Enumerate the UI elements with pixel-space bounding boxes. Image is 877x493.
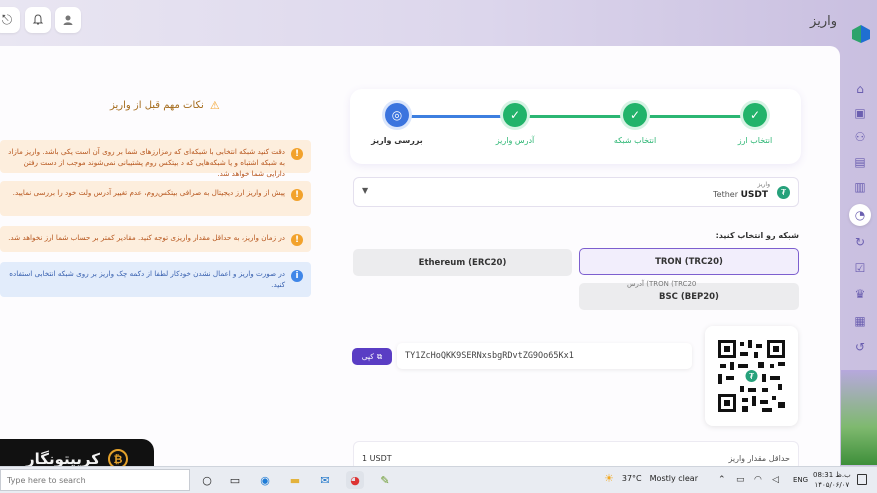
markets-icon[interactable]: ▥ — [849, 176, 871, 198]
copy-icon: ⧉ — [376, 351, 383, 361]
warning-icon: ⚠ — [209, 99, 220, 112]
chrome-icon[interactable]: ◕ — [346, 471, 364, 489]
step-label: انتخاب شبکه — [613, 136, 657, 145]
language-indicator[interactable]: ENG — [793, 476, 808, 484]
weather-text: Mostly clear — [649, 474, 698, 483]
minimum-value: 1 USDT — [362, 454, 392, 463]
chevron-down-icon: ▼ — [362, 186, 369, 195]
deposit-stepper: ✓ انتخاب ارز ✓ انتخاب شبکه ✓ آدرس واریز … — [350, 89, 801, 164]
qr-code-card: ₮ — [705, 326, 798, 426]
alert-icon: ! — [291, 148, 303, 160]
step-check-icon: ✓ — [503, 103, 527, 127]
note-item: ! پیش از واریز ارز دیجیتال به صرافی بیتک… — [0, 181, 311, 216]
notes-title-text: نکات مهم قبل از واریز — [110, 100, 204, 111]
logout-icon[interactable]: ⎋ — [0, 7, 20, 33]
withdraw-icon[interactable]: ↻ — [849, 231, 871, 253]
sidebar: ⌂ ▣ ⚇ ▤ ▥ ◔ ↻ ☑ ♛ ▦ ↺ — [841, 74, 877, 364]
currency-code: USDT — [740, 190, 768, 200]
qr-code-icon: ₮ — [718, 340, 785, 412]
edge-browser-icon[interactable]: ◉ — [256, 471, 274, 489]
search-icon[interactable]: ○ — [198, 471, 216, 489]
step-check-icon: ✓ — [743, 103, 767, 127]
page-title: واریز — [810, 14, 837, 29]
step-label: آدرس واریز — [495, 136, 535, 145]
copy-button[interactable]: کپی ⧉ — [352, 348, 392, 365]
notes-title: نکات مهم قبل از واریز ⚠ — [110, 99, 220, 112]
address-caption: آدرس (TRON (TRC20 — [627, 280, 697, 288]
user-icon[interactable] — [55, 7, 81, 33]
trade-icon[interactable]: ▣ — [849, 102, 871, 124]
sun-icon: ☀ — [604, 472, 614, 485]
wallet-icon[interactable]: ▤ — [849, 151, 871, 173]
file-explorer-icon[interactable]: ▬ — [286, 471, 304, 489]
note-item: i در صورت واریز و اعمال نشدن خودکار لطفا… — [0, 262, 311, 297]
orders-icon[interactable]: ☑ — [849, 257, 871, 279]
deposit-address-field[interactable]: TY1ZcHoQKK9SERNxsbgRDvtZG9Oo65Kx1 — [397, 343, 692, 369]
taskbar-search-input[interactable]: Type here to search — [0, 469, 190, 491]
crown-icon[interactable]: ♛ — [849, 283, 871, 305]
network-option-tron[interactable]: TRON (TRC20) — [579, 248, 799, 275]
top-bar: ⎋ واریز — [0, 0, 877, 46]
note-text: در زمان واریز، به حداقل مقدار واریزی توج… — [8, 233, 285, 242]
note-text: در صورت واریز و اعمال نشدن خودکار لطفا ا… — [9, 269, 285, 289]
report-icon[interactable]: ▦ — [849, 310, 871, 332]
app-logo-icon — [851, 24, 871, 44]
currency-name: Tether — [713, 190, 738, 199]
mail-icon[interactable]: ✉ — [316, 471, 334, 489]
network-option-ethereum[interactable]: Ethereum (ERC20) — [353, 249, 572, 276]
history-icon[interactable]: ↺ — [849, 336, 871, 358]
clock-time: 08:31 ب.ظ — [813, 471, 851, 479]
windows-taskbar: Type here to search ○ ▭ ◉ ▬ ✉ ◕ ✎ ☀ 37°C… — [0, 466, 877, 493]
users-icon[interactable]: ⚇ — [849, 126, 871, 148]
info-icon: i — [291, 270, 303, 282]
alert-icon: ! — [291, 189, 303, 201]
step-check-icon: ✓ — [623, 103, 647, 127]
task-view-icon[interactable]: ▭ — [226, 471, 244, 489]
alert-icon: ! — [291, 234, 303, 246]
step-label: بررسی واریز — [371, 136, 423, 145]
step-label: انتخاب ارز — [737, 136, 773, 145]
wifi-icon[interactable]: ◠ — [754, 475, 762, 485]
app-icon[interactable]: ✎ — [376, 471, 394, 489]
minimum-label: حداقل مقدار واریز — [728, 454, 790, 463]
deposit-icon[interactable]: ◔ — [849, 204, 871, 226]
network-label: شبکه رو انتخاب کنید: — [715, 231, 799, 240]
home-icon[interactable]: ⌂ — [849, 78, 871, 100]
note-text: دقت کنید شبکه انتخابی با شبکه‌ای که رمزا… — [8, 147, 285, 178]
volume-icon[interactable]: ◁ — [772, 475, 779, 485]
weather-widget[interactable]: ☀ 37°C Mostly clear — [604, 472, 698, 485]
note-text: پیش از واریز ارز دیجیتال به صرافی بیتکس‌… — [12, 188, 285, 197]
decorative-edge — [841, 370, 877, 465]
tray-expand-icon[interactable]: ⌃ — [718, 475, 726, 485]
network-icon[interactable]: ▭ — [736, 475, 745, 485]
step-current-icon: ◎ — [385, 103, 409, 127]
bell-icon[interactable] — [25, 7, 51, 33]
note-item: ! دقت کنید شبکه انتخابی با شبکه‌ای که رم… — [0, 140, 311, 178]
temperature: 37°C — [621, 474, 642, 483]
currency-caption: واریز — [757, 181, 770, 188]
clock-date: ۱۴۰۵/۰۶/۰۷ — [814, 481, 850, 489]
step-connector — [397, 115, 515, 118]
clock[interactable]: 08:31 ب.ظ ۱۴۰۵/۰۶/۰۷ — [813, 470, 851, 490]
notification-icon[interactable] — [857, 474, 867, 485]
note-item: ! در زمان واریز، به حداقل مقدار واریزی ت… — [0, 226, 311, 252]
main-panel: نکات مهم قبل از واریز ⚠ ! دقت کنید شبکه … — [0, 46, 840, 471]
currency-select[interactable]: ▼ واریز USDT Tether ₮ — [353, 177, 799, 207]
copy-label: کپی — [361, 352, 374, 361]
tether-icon: ₮ — [777, 186, 790, 199]
